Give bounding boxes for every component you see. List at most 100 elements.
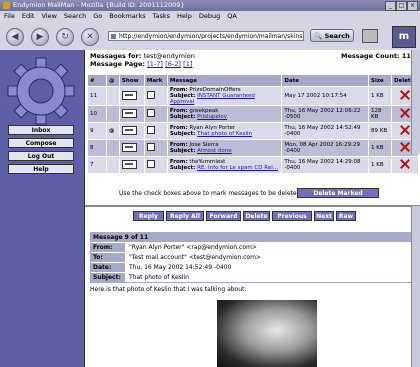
menu-debug[interactable]: Debug bbox=[199, 12, 220, 20]
search-button[interactable]: 🔍 Search bbox=[310, 29, 354, 42]
reload-icon[interactable]: ↻ bbox=[56, 28, 74, 46]
page-link-current[interactable]: [1-7] bbox=[147, 60, 163, 68]
menu-qa[interactable]: QA bbox=[227, 12, 237, 20]
header-row-from: From: "Ryan Alyn Porter" <rap@endymion.co… bbox=[91, 242, 413, 252]
row-subject-link[interactable]: Almost done bbox=[197, 148, 232, 154]
forward-arrow-icon[interactable]: ▶ bbox=[31, 28, 49, 46]
message-count-value: 11 bbox=[401, 52, 411, 60]
forward-button[interactable]: Forward bbox=[206, 211, 241, 221]
messages-for-value: test@endymion bbox=[143, 52, 195, 60]
delete-x-icon[interactable] bbox=[399, 142, 411, 152]
list-scrollbar[interactable] bbox=[411, 50, 420, 154]
menu-bookmarks[interactable]: Bookmarks bbox=[109, 12, 145, 20]
table-row[interactable]: 8 From: Jose Sierra Subject: Almost done … bbox=[88, 140, 418, 156]
inbox-button[interactable]: Inbox bbox=[8, 125, 74, 135]
back-arrow-icon[interactable]: ◀ bbox=[6, 28, 24, 46]
message-body-text: Here is that photo of Keslin that I was … bbox=[90, 286, 247, 293]
delete-x-icon[interactable] bbox=[399, 90, 411, 100]
show-envelope-icon[interactable] bbox=[121, 108, 137, 118]
mark-checkbox[interactable] bbox=[146, 126, 155, 134]
row-number: 7 bbox=[88, 157, 106, 173]
messages-for: Messages for: test@endymion bbox=[90, 52, 195, 60]
table-row[interactable]: 9 @ From: Ryan Alyn Porter Subject: That … bbox=[88, 123, 418, 139]
delete-button[interactable]: Delete bbox=[243, 211, 270, 221]
attachment-cell: @ bbox=[106, 123, 119, 139]
search-icon: 🔍 bbox=[314, 32, 323, 40]
menu-help[interactable]: Help bbox=[177, 12, 192, 20]
window-title-bar: Endymion MailMan - Mozilla {Build ID: 20… bbox=[0, 0, 420, 11]
mark-checkbox[interactable] bbox=[146, 160, 155, 168]
navigation-toolbar: ◀ ▶ ↻ ✕ http://endymion/endymion/project… bbox=[0, 22, 420, 51]
stop-icon[interactable]: ✕ bbox=[81, 28, 99, 46]
col-show: Show bbox=[119, 75, 144, 86]
close-window-button[interactable]: × bbox=[407, 1, 418, 11]
endymion-gear-logo-icon bbox=[7, 57, 75, 125]
delete-x-icon[interactable] bbox=[399, 125, 411, 135]
page-icon bbox=[111, 34, 116, 39]
help-button[interactable]: Help bbox=[8, 164, 74, 174]
page-link-next[interactable]: [6-2] bbox=[165, 60, 181, 68]
raw-button[interactable]: Raw bbox=[336, 211, 356, 221]
row-date: Thu, 16 May 2002 12:06:22 -0500 bbox=[282, 106, 368, 122]
menu-go[interactable]: Go bbox=[93, 12, 102, 20]
delete-x-icon[interactable] bbox=[399, 159, 411, 169]
menu-file[interactable]: File bbox=[4, 12, 15, 20]
next-button[interactable]: Next bbox=[314, 211, 334, 221]
attachment-cell bbox=[106, 157, 119, 173]
viewer-scrollbar[interactable] bbox=[411, 206, 420, 367]
message-count-label: Message Count: bbox=[341, 52, 400, 60]
reply-button[interactable]: Reply bbox=[133, 211, 164, 221]
url-bar[interactable]: http://endymion/endymion/projects/endymi… bbox=[108, 31, 304, 41]
logout-button[interactable]: Log Out bbox=[8, 151, 74, 161]
url-text: http://endymion/endymion/projects/endymi… bbox=[119, 33, 303, 40]
reply-all-button[interactable]: Reply All bbox=[166, 211, 204, 221]
row-size: 1 KB bbox=[368, 87, 391, 105]
message-viewer-title: Message 9 of 11 bbox=[91, 233, 413, 242]
row-size: 1 KB bbox=[368, 140, 391, 156]
row-subject-link[interactable]: RE: Info for Le spam CD Rel... bbox=[197, 165, 278, 171]
mark-checkbox[interactable] bbox=[146, 143, 155, 151]
table-row[interactable]: 11 From: PrizeDomainOffers Subject: INSTA… bbox=[88, 87, 418, 105]
app-icon bbox=[3, 2, 10, 9]
menu-search[interactable]: Search bbox=[64, 12, 86, 20]
show-envelope-icon[interactable] bbox=[121, 90, 137, 100]
menu-tasks[interactable]: Tasks bbox=[153, 12, 170, 20]
row-size: 1 KB bbox=[368, 157, 391, 173]
mark-checkbox[interactable] bbox=[146, 91, 155, 99]
previous-button[interactable]: Previous bbox=[272, 211, 312, 221]
field-value: That photo of Keslin bbox=[129, 274, 189, 281]
field-label: From: bbox=[91, 243, 125, 252]
mark-checkbox[interactable] bbox=[146, 109, 155, 117]
delete-x-icon[interactable] bbox=[399, 108, 411, 118]
show-envelope-icon[interactable] bbox=[121, 159, 137, 169]
row-size: 128 KB bbox=[368, 106, 391, 122]
row-date: Thu, 16 May 2002 14:52:49 -0400 bbox=[282, 123, 368, 139]
menu-edit[interactable]: Edit bbox=[22, 12, 35, 20]
show-envelope-icon[interactable] bbox=[121, 125, 137, 135]
row-subject-link[interactable]: Prislupelov bbox=[197, 114, 227, 120]
message-list-header: # @ Show Mark Message Date Size Delete bbox=[88, 75, 418, 86]
row-date: Thu, 16 May 2002 14:29:08 -0400 bbox=[282, 157, 368, 173]
row-subject-link[interactable]: That photo of Keslin bbox=[197, 131, 252, 137]
subject-label: Subject: bbox=[169, 114, 196, 120]
col-size: Size bbox=[368, 75, 391, 86]
table-row[interactable]: 10 From: greekpeak Subject: Prislupelov T… bbox=[88, 106, 418, 122]
compose-button[interactable]: Compose bbox=[8, 138, 74, 148]
search-button-label: Search bbox=[324, 32, 350, 40]
message-viewer: Message 9 of 11 From: "Ryan Alyn Porter" … bbox=[90, 232, 414, 283]
menu-view[interactable]: View bbox=[41, 12, 56, 20]
show-envelope-icon[interactable] bbox=[121, 142, 137, 152]
row-number: 8 bbox=[88, 140, 106, 156]
minimize-button[interactable]: _ bbox=[385, 1, 396, 11]
row-date: Mon, 08 Apr 2002 16:29:29 -0400 bbox=[282, 140, 368, 156]
page-link-other[interactable]: [1] bbox=[183, 60, 192, 68]
delete-marked-button[interactable]: Delete Marked bbox=[297, 188, 379, 198]
field-value: Thu, 16 May 2002 14:52:49 -0400 bbox=[129, 264, 232, 271]
header-row-to: To: "Test mail account" <test@endymion.co… bbox=[91, 252, 413, 262]
main-content: Messages for: test@endymion Message Coun… bbox=[85, 50, 420, 367]
table-row[interactable]: 7 From: theYummiest Subject: RE: Info for… bbox=[88, 157, 418, 173]
header-row-date: Date: Thu, 16 May 2002 14:52:49 -0400 bbox=[91, 262, 413, 272]
print-icon[interactable] bbox=[362, 29, 378, 43]
maximize-button[interactable]: □ bbox=[396, 1, 407, 11]
paperclip-icon: @ bbox=[108, 77, 115, 84]
